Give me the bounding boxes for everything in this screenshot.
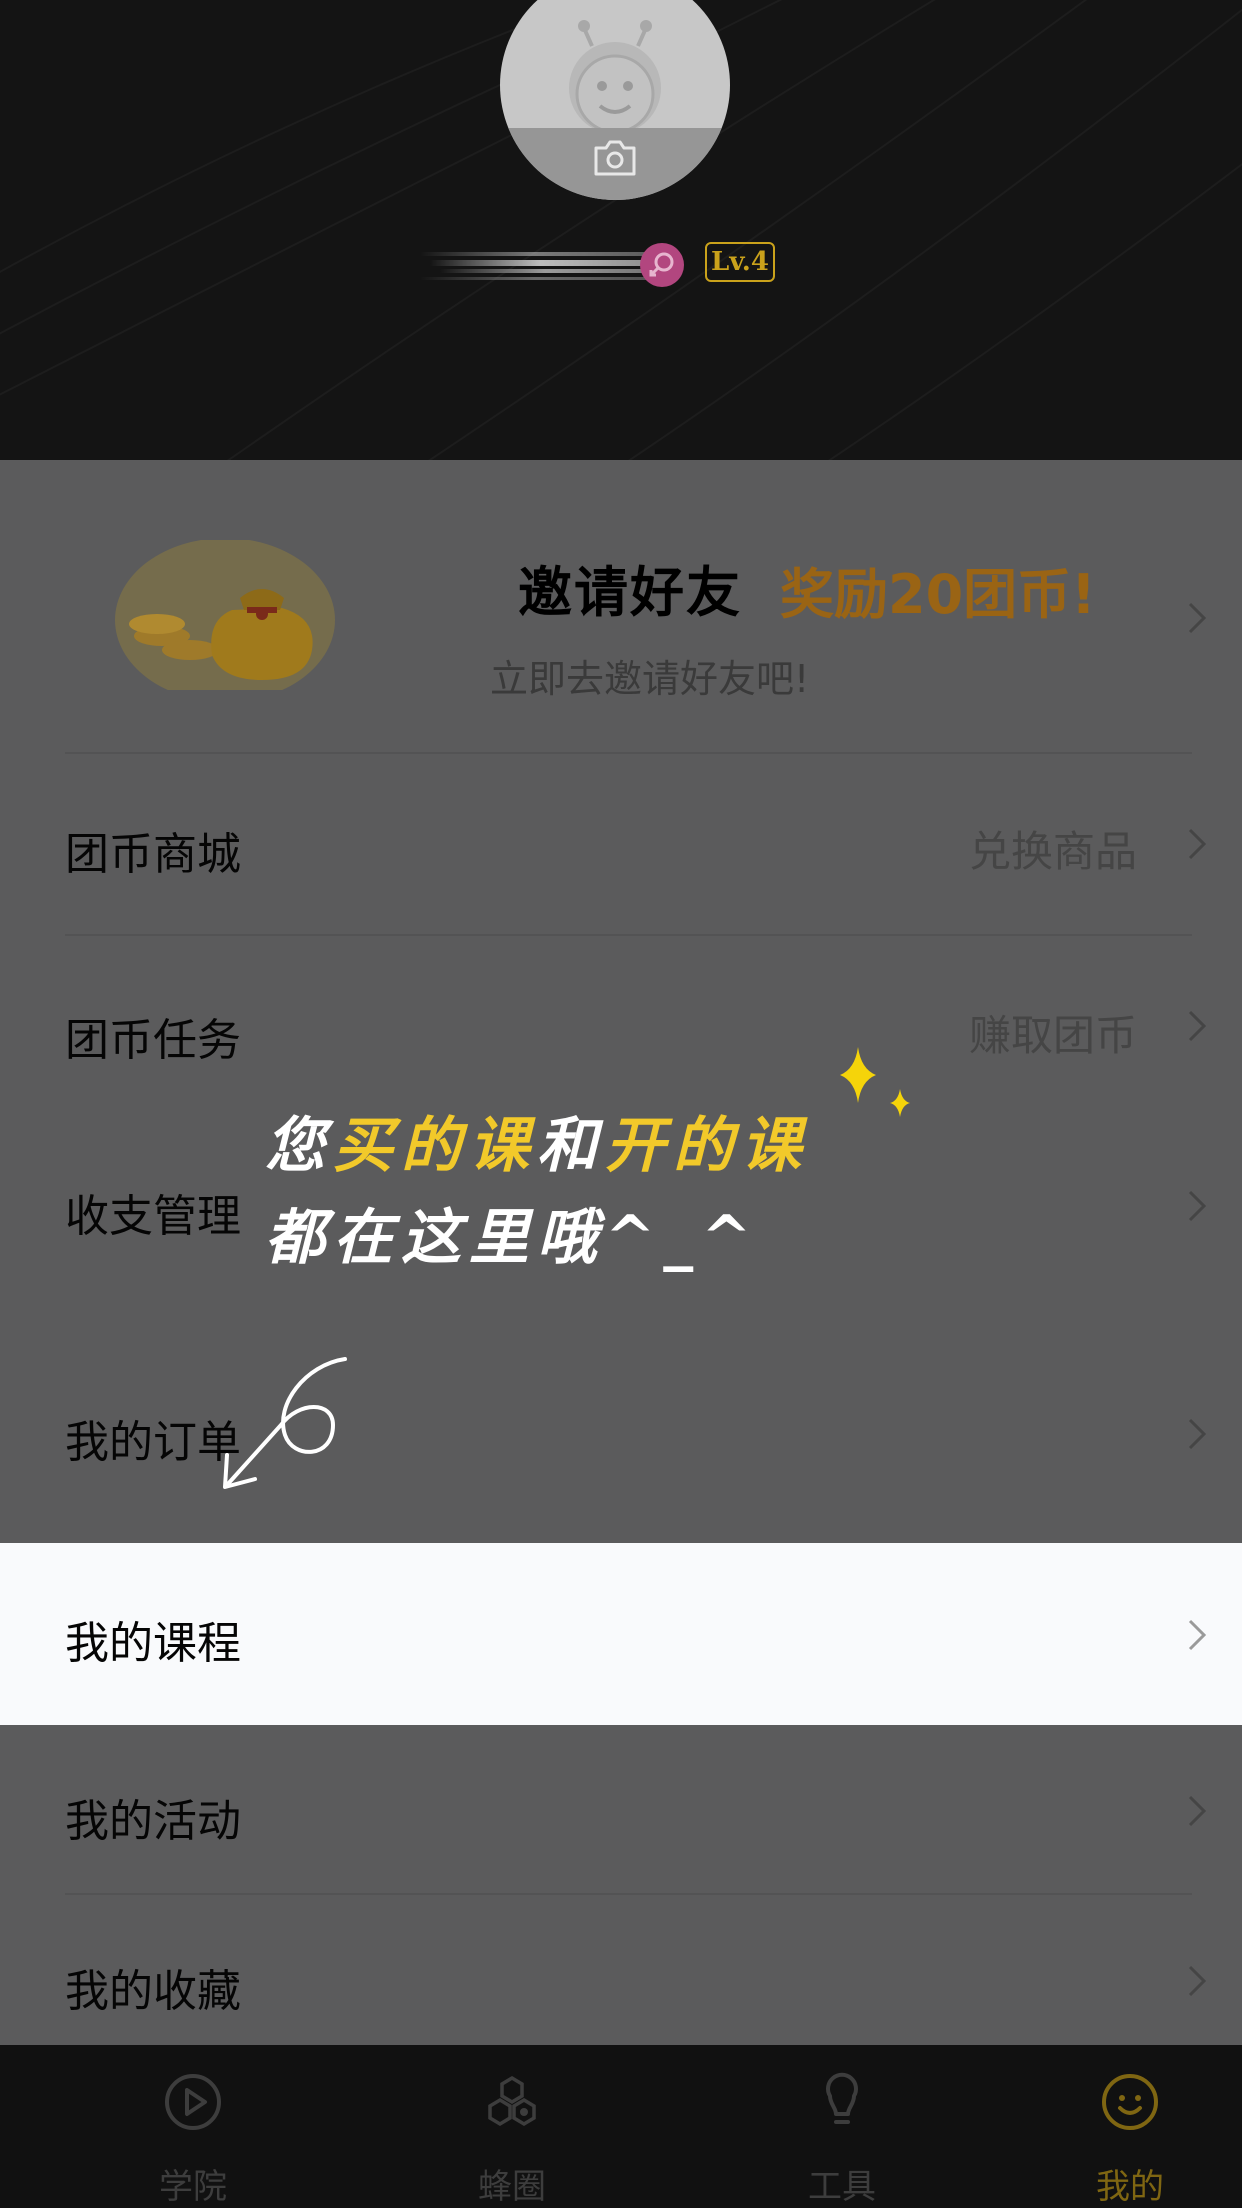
chevron-right-icon — [1188, 828, 1207, 860]
menu-item-coin-mall[interactable]: 团币商城 兑换商品 — [0, 754, 1242, 934]
menu-item-label: 团币任务 — [65, 1015, 241, 1066]
invite-subtitle: 立即去邀请好友吧! — [490, 657, 810, 701]
tab-bee-circle[interactable]: 蜂圈 — [412, 2045, 612, 2208]
menu-item-label: 我的课程 — [65, 1618, 241, 1669]
bottom-tab-bar: 学院 蜂圈 工具 我的 — [0, 2045, 1242, 2208]
camera-icon[interactable] — [592, 138, 638, 178]
nickname-blurred — [420, 252, 650, 280]
tab-label: 学院 — [159, 2167, 227, 2207]
profile-header: Lv.4 — [0, 0, 1242, 460]
menu-item-my-orders[interactable]: 我的订单 — [0, 1296, 1242, 1496]
female-gender-icon — [640, 243, 684, 287]
tab-academy[interactable]: 学院 — [93, 2045, 293, 2208]
chevron-right-icon — [1188, 1619, 1207, 1651]
chevron-right-icon — [1188, 602, 1207, 634]
menu-item-label: 我的收藏 — [65, 1966, 241, 2017]
tab-label: 蜂圈 — [478, 2167, 546, 2207]
avatar[interactable] — [500, 0, 730, 200]
sparkle-icon — [840, 1047, 910, 1117]
menu-item-my-favorites[interactable]: 我的收藏 — [0, 1895, 1242, 2045]
chevron-right-icon — [1188, 1190, 1207, 1222]
guide-tip-text: 您买的课和开的课 都在这里哦^_^ — [265, 1100, 809, 1284]
menu-item-label: 我的活动 — [65, 1796, 241, 1847]
menu-item-coin-tasks[interactable]: 团币任务 赚取团币 — [0, 936, 1242, 1116]
tab-me[interactable]: 我的 — [1030, 2045, 1230, 2208]
tab-label: 我的 — [1096, 2167, 1164, 2207]
invite-friends-banner[interactable]: 邀请好友 奖励20团币! 立即去邀请好友吧! — [0, 460, 1242, 752]
menu-item-label: 收支管理 — [65, 1191, 241, 1242]
tab-label: 工具 — [808, 2167, 876, 2207]
chevron-right-icon — [1188, 1795, 1207, 1827]
menu-item-value: 赚取团币 — [968, 1011, 1137, 1060]
lightbulb-icon — [826, 2072, 858, 2124]
hexagons-icon — [488, 2075, 536, 2127]
menu-item-my-courses[interactable]: 我的课程 — [0, 1543, 1242, 1725]
invite-reward: 奖励20团币! — [780, 563, 1096, 626]
guide-tip-line2: 都在这里哦^_^ — [265, 1203, 760, 1273]
level-badge: Lv.4 — [705, 242, 775, 282]
menu-item-value: 兑换商品 — [968, 827, 1137, 876]
smiley-icon — [1102, 2074, 1158, 2130]
menu-item-my-activities[interactable]: 我的活动 — [0, 1725, 1242, 1893]
chevron-right-icon — [1188, 1418, 1207, 1450]
curved-arrow-icon — [223, 1357, 347, 1489]
invite-title: 邀请好友 — [518, 561, 742, 624]
tab-tools[interactable]: 工具 — [742, 2045, 942, 2208]
chevron-right-icon — [1188, 1010, 1207, 1042]
chevron-right-icon — [1188, 1965, 1207, 1997]
menu-item-label: 团币商城 — [65, 829, 241, 880]
play-icon — [165, 2074, 221, 2130]
money-bag-icon — [115, 540, 335, 690]
guide-tip-line1: 您买的课和开的课 — [265, 1111, 809, 1181]
